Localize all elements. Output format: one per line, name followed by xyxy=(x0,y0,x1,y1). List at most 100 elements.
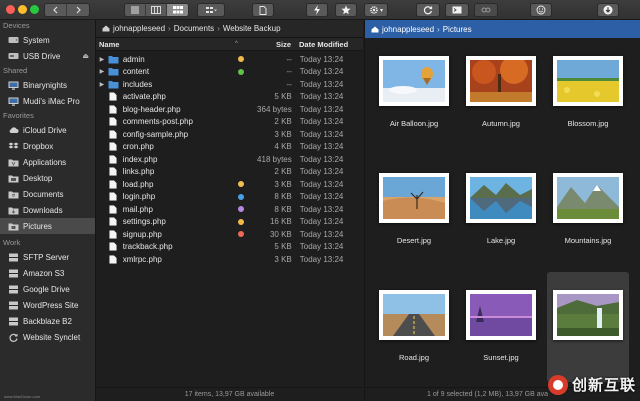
file-row[interactable]: index.php 418 bytes Today 13:24 xyxy=(96,153,363,166)
picture-item[interactable]: Road.jpg xyxy=(373,272,455,382)
sidebar-item-label: Google Drive xyxy=(23,284,70,294)
file-row[interactable]: links.php 2 KB Today 13:24 xyxy=(96,166,363,179)
download-button[interactable] xyxy=(597,3,619,17)
file-size: 16 KB xyxy=(269,217,292,227)
file-name: config-sample.php xyxy=(122,129,189,139)
picture-item[interactable]: Desert.jpg xyxy=(373,155,455,265)
date-column-header[interactable]: Date Modified xyxy=(295,40,363,49)
file-row[interactable]: blog-header.php 364 bytes Today 13:24 xyxy=(96,103,363,116)
sidebar-item-usb-drive[interactable]: USB Drive ⏏ xyxy=(0,48,95,64)
file-row[interactable]: ▶ includes -- Today 13:24 xyxy=(96,78,363,91)
sidebar-item-icloud-drive[interactable]: iCloud Drive xyxy=(0,122,95,138)
picture-item[interactable]: Blossom.jpg xyxy=(547,38,629,148)
file-row[interactable]: xmlrpc.php 3 KB Today 13:24 xyxy=(96,253,363,266)
color-tag xyxy=(238,56,245,63)
sidebar-item-backblaze-b2[interactable]: Backblaze B2 xyxy=(0,313,95,329)
picture-thumbnail xyxy=(466,290,536,340)
document-button[interactable] xyxy=(252,3,274,17)
file-name: activate.php xyxy=(122,92,166,102)
path-segment[interactable]: Website Backup xyxy=(223,24,281,33)
file-row[interactable]: cron.php 4 KB Today 13:24 xyxy=(96,141,363,154)
tag-slot xyxy=(236,68,246,75)
file-size: 3 KB xyxy=(274,179,292,189)
file-row[interactable]: ▶ admin -- Today 13:24 xyxy=(96,53,363,66)
file-row[interactable]: signup.php 30 KB Today 13:24 xyxy=(96,228,363,241)
column-view-button[interactable] xyxy=(146,4,167,16)
picture-item[interactable]: Mountains.jpg xyxy=(547,155,629,265)
file-date: Today 13:24 xyxy=(299,179,344,189)
file-row[interactable]: trackback.php 5 KB Today 13:24 xyxy=(96,241,363,254)
file-row[interactable]: ▶ content -- Today 13:24 xyxy=(96,66,363,79)
sidebar-item-wordpress-site[interactable]: WordPress Site xyxy=(0,297,95,313)
picture-item[interactable]: Air Balloon.jpg xyxy=(373,38,455,148)
size-column-header[interactable]: Size xyxy=(245,40,295,49)
file-row[interactable]: login.php 8 KB Today 13:24 xyxy=(96,191,363,204)
file-row[interactable]: comments-post.php 2 KB Today 13:24 xyxy=(96,116,363,129)
picture-item[interactable]: Sunset.jpg xyxy=(460,272,542,382)
file-size: 5 KB xyxy=(274,92,292,102)
file-row[interactable]: mail.php 8 KB Today 13:24 xyxy=(96,203,363,216)
file-row[interactable]: load.php 3 KB Today 13:24 xyxy=(96,178,363,191)
list-view-button[interactable] xyxy=(125,4,146,16)
file-date: Today 13:24 xyxy=(299,154,344,164)
eject-icon[interactable]: ⏏ xyxy=(82,52,89,60)
sidebar-item-documents[interactable]: Documents xyxy=(0,186,95,202)
sidebar-item-amazon-s3[interactable]: Amazon S3 xyxy=(0,265,95,281)
disclosure-triangle-icon[interactable]: ▶ xyxy=(96,81,108,88)
picture-item[interactable] xyxy=(547,272,629,382)
sidebar-item-sftp-server[interactable]: SFTP Server xyxy=(0,249,95,265)
close-window-button[interactable] xyxy=(6,5,15,14)
sidebar-item-label: SFTP Server xyxy=(23,252,70,262)
sidebar-item-system[interactable]: System xyxy=(0,32,95,48)
sidebar-item-dropbox[interactable]: Dropbox xyxy=(0,138,95,154)
grid-options-button[interactable] xyxy=(198,4,224,16)
picture-item[interactable]: Autumn.jpg xyxy=(460,38,542,148)
pictures-icon xyxy=(8,222,19,231)
sync-button[interactable] xyxy=(416,3,440,17)
zoom-window-button[interactable] xyxy=(30,5,39,14)
sidebar-item-desktop[interactable]: Desktop xyxy=(0,170,95,186)
path-segment[interactable]: Pictures xyxy=(443,25,472,34)
sidebar-item-downloads[interactable]: Downloads xyxy=(0,202,95,218)
file-name: content xyxy=(122,67,150,77)
column-header: Name ^ Size Date Modified xyxy=(96,38,363,51)
tag-slot xyxy=(236,218,246,225)
sidebar-item-applications[interactable]: Applications xyxy=(0,154,95,170)
back-button[interactable] xyxy=(45,4,67,16)
sidebar-item-google-drive[interactable]: Google Drive xyxy=(0,281,95,297)
sort-chevron-icon[interactable]: ^ xyxy=(235,41,245,47)
sidebar: Devices System USB Drive ⏏ Shared Binary… xyxy=(0,20,96,401)
action-menu-button[interactable]: ▾ xyxy=(364,3,388,17)
file-date: Today 13:24 xyxy=(299,129,344,139)
document-icon xyxy=(108,205,119,214)
file-size: 3 KB xyxy=(274,254,292,264)
quick-action-button[interactable] xyxy=(306,3,328,17)
terminal-button[interactable] xyxy=(445,3,469,17)
picture-name: Road.jpg xyxy=(398,353,430,362)
sidebar-item-pictures[interactable]: Pictures xyxy=(0,218,95,234)
grid-view-button[interactable] xyxy=(167,4,188,16)
connect-button[interactable] xyxy=(474,3,498,17)
file-size: 5 KB xyxy=(274,242,292,252)
picture-item[interactable]: Lake.jpg xyxy=(460,155,542,265)
disclosure-triangle-icon[interactable]: ▶ xyxy=(96,68,108,75)
path-segment[interactable]: johnappleseed xyxy=(113,24,165,33)
path-segment[interactable]: johnappleseed xyxy=(382,25,434,34)
path-segment[interactable]: Documents xyxy=(174,24,214,33)
forward-button[interactable] xyxy=(67,4,89,16)
sidebar-item-binarynights[interactable]: Binarynights xyxy=(0,77,95,93)
file-date: Today 13:24 xyxy=(299,54,344,64)
disclosure-triangle-icon[interactable]: ▶ xyxy=(96,56,108,63)
sidebar-item-imac-pro[interactable]: Mudi's iMac Pro xyxy=(0,93,95,109)
server-icon xyxy=(8,269,19,278)
minimize-window-button[interactable] xyxy=(18,5,27,14)
file-row[interactable]: activate.php 5 KB Today 13:24 xyxy=(96,91,363,104)
file-row[interactable]: settings.php 16 KB Today 13:24 xyxy=(96,216,363,229)
name-column-header[interactable]: Name xyxy=(96,40,235,49)
sidebar-item-website-synclet[interactable]: Website Synclet xyxy=(0,329,95,345)
emoji-button[interactable] xyxy=(530,3,552,17)
file-row[interactable]: config-sample.php 3 KB Today 13:24 xyxy=(96,128,363,141)
favorite-button[interactable] xyxy=(335,3,357,17)
toolbar: ▾ xyxy=(0,0,640,20)
document-icon xyxy=(108,142,119,151)
